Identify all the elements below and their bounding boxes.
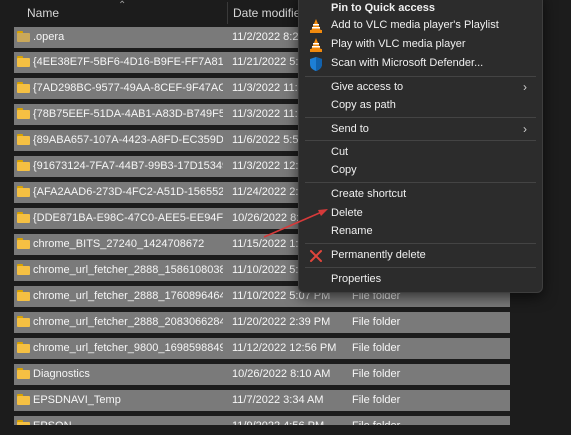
- chevron-right-icon: ›: [523, 80, 527, 94]
- file-name: {78B75EEF-51DA-4AB1-A83D-B749F52E1...: [33, 108, 223, 120]
- folder-icon: [17, 368, 30, 379]
- folder-icon: [17, 186, 30, 197]
- close-x-icon: [309, 249, 323, 263]
- menu-separator: [305, 182, 536, 183]
- menu-label: Scan with Microsoft Defender...: [331, 57, 484, 69]
- vlc-icon: [309, 19, 323, 33]
- file-name: {7AD298BC-9577-49AA-8CEF-9F47ACB65...: [33, 82, 223, 94]
- file-name: {AFA2AAD6-273D-4FC2-A51D-1565528AF...: [33, 186, 223, 198]
- file-row[interactable]: Diagnostics 10/26/2022 8:10 AM File fold…: [14, 364, 510, 385]
- file-name: {89ABA657-107A-4423-A8FD-EC359DB2C...: [33, 134, 223, 146]
- folder-icon: [17, 212, 30, 223]
- file-type: File folder: [352, 368, 401, 380]
- menu-item-give-access[interactable]: Give access to ›: [299, 80, 542, 98]
- menu-label: Pin to Quick access: [331, 2, 435, 14]
- file-name: EPSDNAVI_Temp: [33, 394, 121, 406]
- menu-item-copy-as-path[interactable]: Copy as path: [299, 98, 542, 116]
- bottom-edge: [0, 425, 571, 435]
- file-date: 11/20/2022 2:39 PM: [232, 316, 331, 328]
- folder-icon: [17, 342, 30, 353]
- column-divider[interactable]: [227, 2, 228, 24]
- folder-icon: [17, 31, 30, 42]
- menu-separator: [305, 243, 536, 244]
- file-date: 11/7/2022 3:34 AM: [232, 394, 324, 406]
- menu-item-permanently-delete[interactable]: Permanently delete: [299, 248, 542, 266]
- file-row[interactable]: EPSDNAVI_Temp 11/7/2022 3:34 AM File fol…: [14, 390, 510, 411]
- menu-separator: [305, 267, 536, 268]
- chevron-right-icon: ›: [523, 122, 527, 136]
- sort-ascending-icon[interactable]: ⌃: [118, 0, 126, 11]
- column-header-name[interactable]: Name: [27, 6, 59, 20]
- menu-separator: [305, 140, 536, 141]
- folder-icon: [17, 290, 30, 301]
- menu-label: Add to VLC media player's Playlist: [331, 19, 499, 31]
- menu-label: Permanently delete: [331, 249, 426, 261]
- folder-icon: [17, 160, 30, 171]
- file-row[interactable]: chrome_url_fetcher_9800_1698598849 11/12…: [14, 338, 510, 359]
- file-date: 11/12/2022 12:56 PM: [232, 342, 337, 354]
- menu-separator: [305, 117, 536, 118]
- folder-icon: [17, 264, 30, 275]
- file-type: File folder: [352, 316, 401, 328]
- folder-icon: [17, 238, 30, 249]
- menu-item-vlc-add-playlist[interactable]: Add to VLC media player's Playlist: [299, 18, 542, 36]
- file-name: .opera: [33, 31, 65, 43]
- folder-icon: [17, 394, 30, 405]
- folder-icon: [17, 56, 30, 67]
- folder-icon: [17, 108, 30, 119]
- menu-label: Play with VLC media player: [331, 38, 466, 50]
- file-type: File folder: [352, 394, 401, 406]
- menu-label: Cut: [331, 146, 349, 158]
- file-explorer-window: Name ⌃ Date modified .opera 11/2/2022 8:…: [0, 0, 571, 435]
- file-name: chrome_url_fetcher_2888_1586108038: [33, 264, 223, 276]
- context-menu: Pin to Quick access Add to VLC media pla…: [298, 0, 543, 293]
- file-name: chrome_url_fetcher_9800_1698598849: [33, 342, 223, 354]
- menu-item-pin-quick-access[interactable]: Pin to Quick access: [299, 1, 542, 19]
- menu-item-copy[interactable]: Copy: [299, 163, 542, 181]
- menu-separator: [305, 76, 536, 77]
- menu-item-scan-defender[interactable]: Scan with Microsoft Defender...: [299, 56, 542, 74]
- folder-icon: [17, 134, 30, 145]
- file-name: Diagnostics: [33, 368, 90, 380]
- file-name: {4EE38E7F-5BF6-4D16-B9FE-FF7A8178FE96}: [33, 56, 223, 68]
- file-name: chrome_url_fetcher_2888_2083066284: [33, 316, 223, 328]
- menu-item-send-to[interactable]: Send to ›: [299, 122, 542, 140]
- menu-item-create-shortcut[interactable]: Create shortcut: [299, 187, 542, 205]
- file-type: File folder: [352, 342, 401, 354]
- file-name: chrome_BITS_27240_1424708672: [33, 238, 205, 250]
- menu-label: Copy: [331, 164, 357, 176]
- menu-label: Give access to: [331, 81, 404, 93]
- menu-item-cut[interactable]: Cut: [299, 145, 542, 163]
- menu-label: Send to: [331, 123, 369, 135]
- menu-item-properties[interactable]: Properties: [299, 272, 542, 290]
- folder-icon: [17, 316, 30, 327]
- file-name: {DDE871BA-E98C-47C0-AEE5-EE94F3A6F...: [33, 212, 223, 224]
- file-row[interactable]: chrome_url_fetcher_2888_2083066284 11/20…: [14, 312, 510, 333]
- file-date: 10/26/2022 8:10 AM: [232, 368, 331, 380]
- folder-icon: [17, 82, 30, 93]
- file-name: chrome_url_fetcher_2888_1760896464: [33, 290, 223, 302]
- vlc-icon: [309, 38, 323, 52]
- shield-icon: [309, 57, 323, 71]
- menu-label: Create shortcut: [331, 188, 407, 200]
- column-header-date-modified[interactable]: Date modified: [233, 6, 307, 20]
- menu-label: Properties: [331, 273, 382, 285]
- menu-label: Copy as path: [331, 99, 396, 111]
- annotation-arrow: [263, 209, 328, 238]
- file-name: {91673124-7FA7-44B7-99B3-17D15349FC...: [33, 160, 223, 172]
- menu-item-vlc-play[interactable]: Play with VLC media player: [299, 37, 542, 55]
